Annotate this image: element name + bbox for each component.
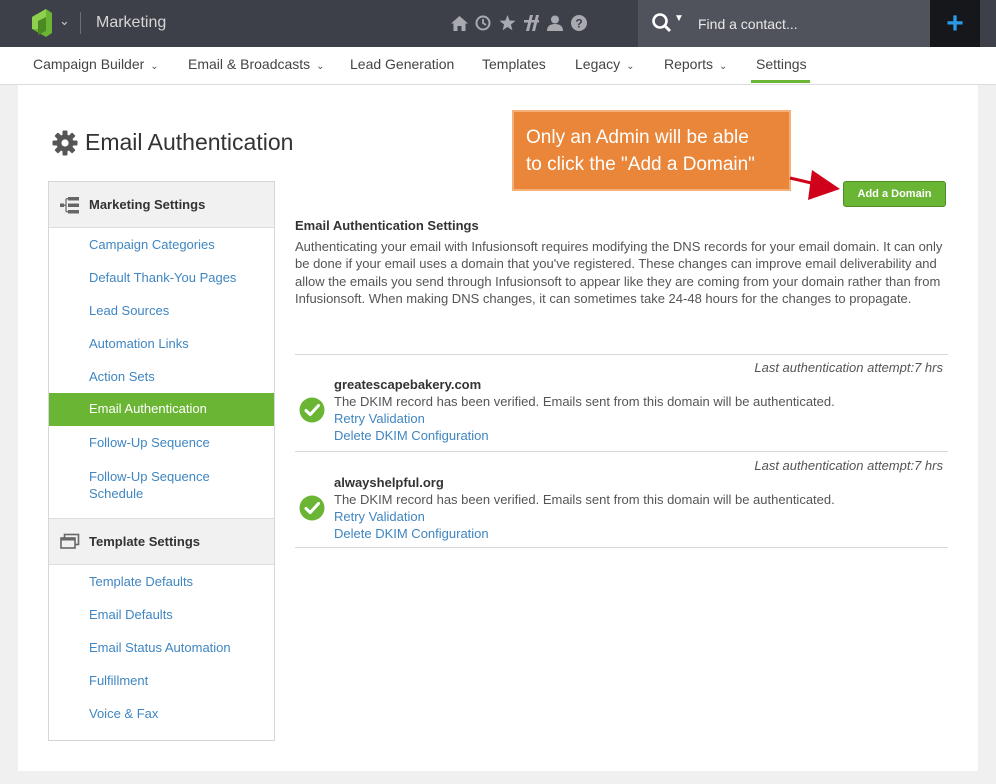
svg-text:?: ? (575, 17, 582, 31)
sidebar-item-follow-up-sequence-schedule[interactable]: Follow-Up Sequence Schedule (89, 468, 239, 502)
sidebar-item-email-status-automation[interactable]: Email Status Automation (89, 640, 231, 655)
retry-validation-link[interactable]: Retry Validation (334, 509, 425, 524)
add-domain-button[interactable]: Add a Domain (843, 181, 946, 207)
nav-legacy[interactable]: Legacy ⌄ (575, 56, 635, 72)
sidebar-item-campaign-categories[interactable]: Campaign Categories (89, 237, 215, 252)
top-bar: ⌄ Marketing ? ▼ + (0, 0, 996, 47)
clock-icon[interactable] (474, 13, 492, 33)
section-description: Authenticating your email with Infusions… (295, 239, 943, 306)
quick-icons: ? (450, 13, 588, 33)
divider (295, 354, 948, 355)
marketing-settings-header: Marketing Settings (49, 182, 274, 228)
delete-dkim-link[interactable]: Delete DKIM Configuration (334, 526, 489, 541)
nav-label: Lead Generation (350, 56, 455, 72)
user-icon[interactable] (546, 13, 564, 33)
nav-campaign-builder[interactable]: Campaign Builder ⌄ (33, 56, 159, 72)
nav-label: Reports (664, 56, 714, 72)
nav-templates[interactable]: Templates (482, 56, 546, 72)
marketing-settings-heading: Marketing Settings (89, 197, 206, 212)
search-icon[interactable] (651, 12, 675, 34)
sidebar-item-default-thank-you-pages[interactable]: Default Thank-You Pages (89, 270, 236, 285)
dkim-status-message: The DKIM record has been verified. Email… (334, 394, 835, 409)
divider (295, 547, 948, 548)
divider (295, 451, 948, 452)
nav-label: Legacy (575, 56, 621, 72)
nav-label: Settings (756, 56, 807, 72)
retry-validation-link[interactable]: Retry Validation (334, 411, 425, 426)
gear-icon (52, 130, 78, 155)
template-settings-header: Template Settings (49, 519, 274, 565)
windows-icon (60, 533, 80, 549)
page-title: Email Authentication (85, 129, 294, 155)
nav-active-indicator (751, 80, 810, 83)
annotation-line-2: to click the "Add a Domain" (526, 154, 755, 175)
last-attempt-text: Last authentication attempt:7 hrs (754, 458, 943, 473)
domain-name: greatescapebakery.com (334, 377, 482, 392)
quick-add-button[interactable]: + (930, 0, 980, 47)
help-icon[interactable]: ? (570, 13, 588, 33)
chevron-down-icon: ⌄ (719, 61, 728, 72)
sidebar-item-email-defaults[interactable]: Email Defaults (89, 607, 173, 622)
sidebar-item-lead-sources[interactable]: Lead Sources (89, 303, 169, 318)
app-switcher-chevron-icon[interactable]: ⌄ (59, 13, 70, 29)
nav-label: Campaign Builder (33, 56, 145, 72)
annotation-line-1: Only an Admin will be able (526, 127, 749, 148)
sidebar-item-action-sets[interactable]: Action Sets (89, 369, 155, 384)
main-nav: Campaign Builder ⌄ Email & Broadcasts ⌄ Le… (0, 47, 996, 85)
sidebar-item-label: Email Authentication (89, 401, 207, 416)
integrations-icon[interactable] (522, 13, 540, 33)
sidebar-item-email-authentication[interactable]: Email Authentication (49, 393, 274, 426)
nav-label: Email & Broadcasts (188, 56, 311, 72)
sidebar-item-automation-links[interactable]: Automation Links (89, 336, 189, 351)
chevron-down-icon: ⌄ (150, 61, 159, 72)
chevron-down-icon: ⌄ (316, 61, 325, 72)
template-settings-heading: Template Settings (89, 534, 201, 549)
annotation-arrow-icon (789, 170, 840, 200)
annotation-callout: Only an Admin will be able to click the … (512, 110, 791, 191)
home-icon[interactable] (450, 13, 468, 33)
top-divider (80, 12, 81, 34)
nav-label: Templates (482, 56, 546, 72)
last-attempt-text: Last authentication attempt:7 hrs (754, 360, 943, 375)
search-input[interactable] (698, 13, 918, 35)
sidebar-item-follow-up-sequence[interactable]: Follow-Up Sequence (89, 435, 210, 450)
dkim-status-message: The DKIM record has been verified. Email… (334, 492, 835, 507)
sidebar-item-voice-fax[interactable]: Voice & Fax (89, 706, 158, 721)
app-title: Marketing (96, 14, 167, 31)
settings-sidebar: Marketing Settings Campaign Categories D… (48, 181, 275, 741)
search-filter-caret-icon[interactable]: ▼ (674, 13, 684, 24)
sidebar-item-template-defaults[interactable]: Template Defaults (89, 574, 193, 589)
app-logo-icon[interactable] (32, 9, 52, 37)
page-header: Email Authentication (52, 129, 293, 156)
nav-settings[interactable]: Settings (756, 56, 807, 72)
nav-reports[interactable]: Reports ⌄ (664, 56, 727, 72)
nav-lead-generation[interactable]: Lead Generation (350, 56, 454, 72)
check-circle-icon (299, 397, 325, 423)
nav-email-broadcasts[interactable]: Email & Broadcasts ⌄ (188, 56, 325, 72)
chevron-down-icon: ⌄ (626, 61, 635, 72)
delete-dkim-link[interactable]: Delete DKIM Configuration (334, 428, 489, 443)
domain-name: alwayshelpful.org (334, 475, 444, 490)
section-title: Email Authentication Settings (295, 218, 479, 233)
sidebar-item-fulfillment[interactable]: Fulfillment (89, 673, 148, 688)
check-circle-icon (299, 495, 325, 521)
star-icon[interactable] (498, 13, 516, 33)
hierarchy-icon (60, 197, 79, 214)
contact-search: ▼ (638, 0, 930, 47)
